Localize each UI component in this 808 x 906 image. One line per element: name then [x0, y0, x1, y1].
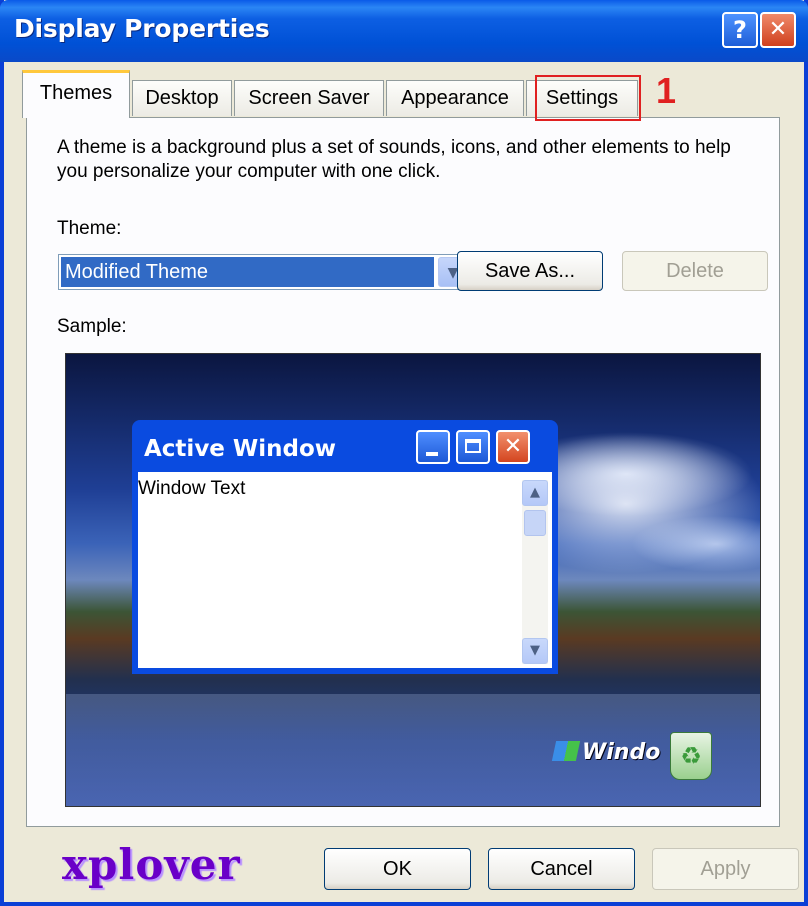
windows-logo-text: Windo — [582, 740, 661, 765]
maximize-icon — [456, 430, 490, 464]
theme-sample-preview: Active Window ✕ Window Text ▲ ▼ Windo ♻ — [65, 353, 761, 807]
tab-appearance[interactable]: Appearance — [386, 80, 524, 116]
sample-window-client: Window Text ▲ ▼ — [138, 472, 552, 668]
sample-label: Sample: — [57, 316, 127, 337]
ok-button[interactable]: OK — [324, 848, 471, 890]
cancel-button[interactable]: Cancel — [488, 848, 635, 890]
tab-themes[interactable]: Themes — [22, 70, 130, 118]
theme-label: Theme: — [57, 218, 122, 239]
sample-active-window: Active Window ✕ Window Text ▲ ▼ — [132, 420, 558, 674]
delete-button[interactable]: Delete — [622, 251, 768, 291]
sample-window-title: Active Window — [144, 436, 337, 462]
settings-highlight-box — [535, 75, 641, 121]
sample-scrollbar: ▲ ▼ — [522, 480, 548, 664]
recycle-bin-icon: ♻ — [670, 732, 712, 780]
tab-desktop[interactable]: Desktop — [132, 80, 232, 116]
sample-window-text: Window Text — [138, 478, 246, 499]
theme-description: A theme is a background plus a set of so… — [57, 137, 731, 182]
title-bar[interactable]: Display Properties ? ✕ — [0, 0, 808, 62]
window-title: Display Properties — [14, 14, 270, 43]
close-icon: ✕ — [496, 430, 530, 464]
chevron-down-icon: ▼ — [522, 638, 548, 664]
apply-button[interactable]: Apply — [652, 848, 799, 890]
tab-screen-saver[interactable]: Screen Saver — [234, 80, 384, 116]
windows-flag-icon — [551, 741, 581, 761]
theme-dropdown[interactable]: Modified Theme ▼ — [58, 254, 471, 290]
annotation-marker: 1 — [656, 70, 677, 111]
theme-dropdown-value[interactable]: Modified Theme — [61, 257, 434, 287]
windows-logo: Windo — [551, 740, 661, 765]
close-button[interactable]: ✕ — [760, 12, 796, 48]
help-button[interactable]: ? — [722, 12, 758, 48]
chevron-up-icon: ▲ — [522, 480, 548, 506]
scroll-thumb — [524, 510, 546, 536]
save-as-button[interactable]: Save As... — [457, 251, 603, 291]
themes-panel: A theme is a background plus a set of so… — [26, 117, 780, 827]
minimize-icon — [416, 430, 450, 464]
xplover-watermark: xplover — [62, 840, 241, 889]
